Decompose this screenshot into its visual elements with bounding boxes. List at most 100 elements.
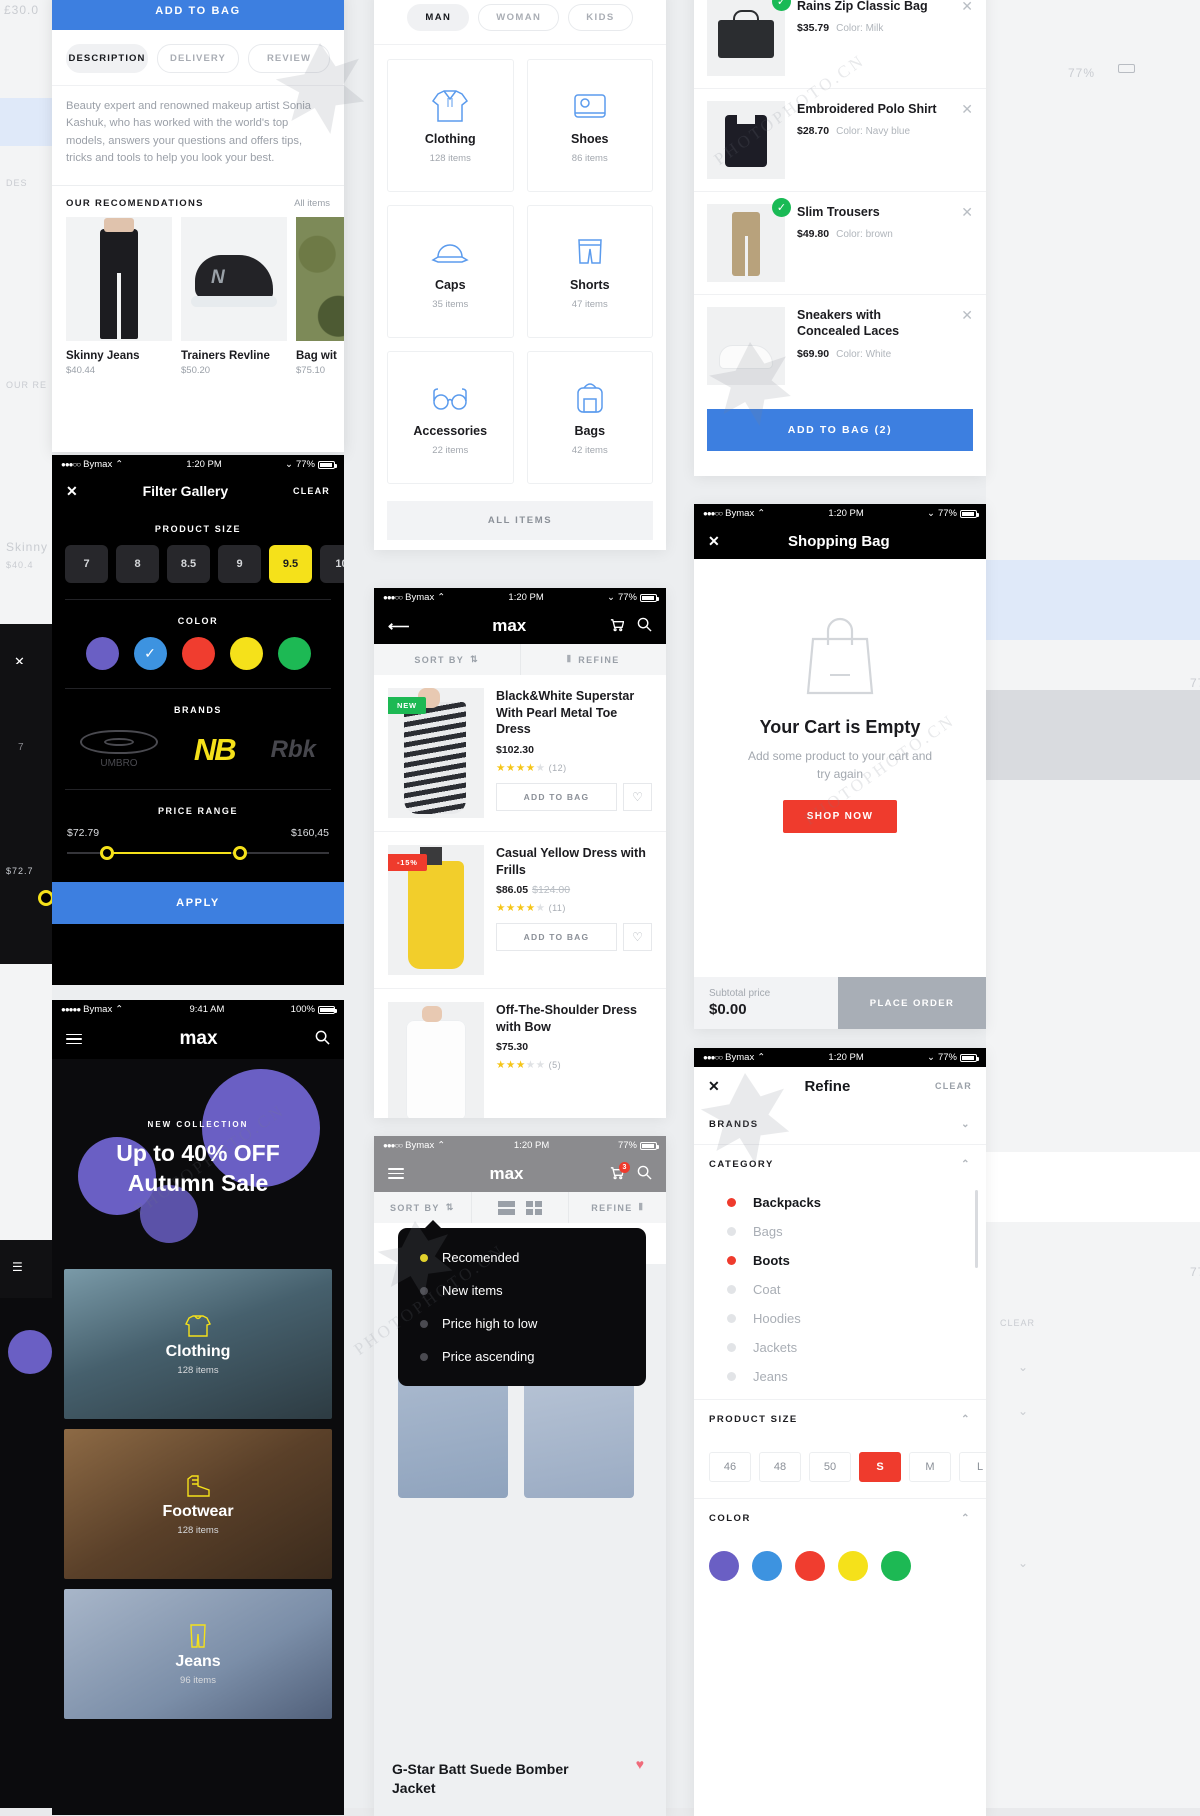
tab-review[interactable]: REVIEW (248, 44, 330, 73)
accordion-category[interactable]: CATEGORY ⌃ (694, 1145, 986, 1184)
favorite-icon[interactable]: ♡ (623, 923, 652, 951)
size-option-selected[interactable]: S (859, 1452, 901, 1482)
sale-category-card-clothing[interactable]: Clothing 128 items (64, 1269, 332, 1419)
sort-option-price-ascending[interactable]: Price ascending (398, 1340, 646, 1373)
sort-by-button[interactable]: SORT BY ⇅ (374, 1192, 471, 1223)
refine-button[interactable]: ⦀ REFINE (519, 644, 667, 675)
brand-umbro[interactable]: UMBRO (79, 730, 158, 769)
search-icon[interactable] (637, 617, 652, 635)
bag-item-row[interactable]: Embroidered Polo Shirt $28.70 Color: Navy… (694, 89, 986, 192)
brand-reebok[interactable]: Rbk (271, 736, 316, 764)
accordion-color[interactable]: COLOR ⌃ (694, 1498, 986, 1538)
size-option[interactable]: M (909, 1452, 951, 1482)
accordion-brands[interactable]: BRANDS ⌄ (694, 1105, 986, 1145)
all-items-button[interactable]: ALL ITEMS (387, 501, 653, 540)
recommendation-card[interactable]: N Trainers Revline $50.20 (181, 217, 287, 376)
clear-button[interactable]: CLEAR (935, 1081, 972, 1091)
size-option[interactable]: 8.5 (167, 545, 210, 583)
color-swatch-purple[interactable] (85, 637, 119, 670)
size-option[interactable]: 9 (218, 545, 261, 583)
favorite-icon[interactable]: ♡ (623, 782, 652, 811)
size-option[interactable]: 7 (65, 545, 108, 583)
bag-item-row[interactable]: Sneakers with Concealed Laces $69.90 Colo… (694, 295, 986, 397)
size-option[interactable]: 46 (709, 1452, 751, 1482)
cart-icon[interactable] (609, 617, 625, 635)
sort-by-button[interactable]: SORT BY ⇅ (374, 644, 520, 675)
product-row[interactable]: NEW Black&White Superstar With Pearl Met… (374, 675, 666, 832)
segment-kids[interactable]: KIDS (568, 4, 633, 31)
filter-item-jeans[interactable]: Jeans (694, 1362, 986, 1391)
menu-icon[interactable] (66, 1033, 82, 1045)
sort-option-price-high-low[interactable]: Price high to low (398, 1307, 646, 1340)
favorite-icon[interactable]: ♥ (636, 1756, 644, 1772)
recommendation-card[interactable]: Bag wit $75.10 (296, 217, 344, 376)
recommendations-all-link[interactable]: All items (294, 198, 330, 209)
price-slider[interactable] (67, 846, 329, 860)
add-to-bag-button[interactable]: ADD TO BAG (496, 923, 617, 951)
size-option[interactable]: 8 (116, 545, 159, 583)
color-swatch-yellow[interactable] (838, 1551, 868, 1581)
category-card-bags[interactable]: Bags 42 items (526, 351, 653, 484)
back-arrow-icon[interactable]: ⟵ (388, 617, 410, 635)
tab-delivery[interactable]: DELIVERY (157, 44, 239, 73)
size-option-selected[interactable]: 9.5 (269, 545, 312, 583)
remove-item-icon[interactable]: ✕ (957, 101, 973, 118)
color-swatch-green[interactable] (277, 637, 311, 670)
sale-category-card-jeans[interactable]: Jeans 96 items (64, 1589, 332, 1719)
size-option[interactable]: 10 (320, 545, 344, 583)
shop-now-button[interactable]: SHOP NOW (782, 800, 898, 833)
color-swatch-blue[interactable] (752, 1551, 782, 1581)
filter-item-bags[interactable]: Bags (694, 1217, 986, 1246)
color-swatch-blue-selected[interactable]: ✓ (133, 637, 167, 670)
close-icon[interactable]: ✕ (708, 1078, 720, 1095)
apply-button[interactable]: APPLY (52, 882, 344, 924)
view-toggle[interactable] (470, 1192, 569, 1223)
add-to-bag-button[interactable]: ADD TO BAG (496, 782, 617, 811)
menu-icon[interactable] (388, 1168, 404, 1179)
remove-item-icon[interactable]: ✕ (957, 307, 973, 324)
sort-option-recommended[interactable]: Recomended (398, 1241, 646, 1274)
sort-option-new-items[interactable]: New items (398, 1274, 646, 1307)
size-option[interactable]: L (959, 1452, 986, 1482)
add-to-bag-button[interactable]: ADD TO BAG (2) (707, 409, 973, 451)
remove-item-icon[interactable]: ✕ (957, 0, 973, 15)
cart-icon[interactable]: 3 (609, 1161, 630, 1183)
color-swatch-red[interactable] (795, 1551, 825, 1581)
color-swatch-green[interactable] (881, 1551, 911, 1581)
category-card-accessories[interactable]: Accessories 22 items (387, 351, 514, 484)
size-option[interactable]: 50 (809, 1452, 851, 1482)
color-swatch-red[interactable] (181, 637, 215, 670)
add-to-bag-button[interactable]: ADD TO BAG (52, 0, 344, 30)
sale-category-card-footwear[interactable]: Footwear 128 items (64, 1429, 332, 1579)
filter-item-jackets[interactable]: Jackets (694, 1333, 986, 1362)
color-swatch-yellow[interactable] (229, 637, 263, 670)
filter-item-hoodies[interactable]: Hoodies (694, 1304, 986, 1333)
close-icon[interactable]: ✕ (66, 483, 78, 500)
tab-description[interactable]: DESCRIPTION (66, 44, 148, 73)
filter-item-boots[interactable]: Boots (694, 1246, 986, 1275)
bag-item-row[interactable]: ✓ Rains Zip Classic Bag $35.79 Color: Mil… (694, 0, 986, 89)
refine-button[interactable]: REFINE ⦀ (568, 1192, 666, 1223)
grid-view-icon[interactable] (526, 1200, 542, 1215)
brand-new-balance[interactable]: NB (194, 732, 237, 768)
slider-knob-max[interactable] (233, 846, 247, 860)
search-icon[interactable] (637, 1165, 652, 1183)
accordion-product-size[interactable]: PRODUCT SIZE ⌃ (694, 1399, 986, 1439)
clear-button[interactable]: CLEAR (293, 486, 330, 496)
product-row[interactable]: Off-The-Shoulder Dress with Bow $75.30 ★… (374, 989, 666, 1118)
product-row[interactable]: -15% Casual Yellow Dress with Frills $86… (374, 832, 666, 989)
remove-item-icon[interactable]: ✕ (957, 204, 973, 221)
category-card-shoes[interactable]: Shoes 86 items (526, 59, 653, 192)
category-card-shorts[interactable]: Shorts 47 items (526, 205, 653, 338)
filter-item-coat[interactable]: Coat (694, 1275, 986, 1304)
close-icon[interactable]: ✕ (708, 533, 720, 550)
color-swatch-purple[interactable] (709, 1551, 739, 1581)
segment-man[interactable]: MAN (407, 4, 470, 31)
size-option[interactable]: 48 (759, 1452, 801, 1482)
recommendation-card[interactable]: Skinny Jeans $40.44 (66, 217, 172, 376)
list-view-icon[interactable] (498, 1200, 515, 1215)
category-card-caps[interactable]: Caps 35 items (387, 205, 514, 338)
search-icon[interactable] (315, 1030, 330, 1048)
bag-item-row[interactable]: ✓ Slim Trousers $49.80 Color: brown ✕ (694, 192, 986, 295)
scrollbar[interactable] (975, 1190, 978, 1268)
